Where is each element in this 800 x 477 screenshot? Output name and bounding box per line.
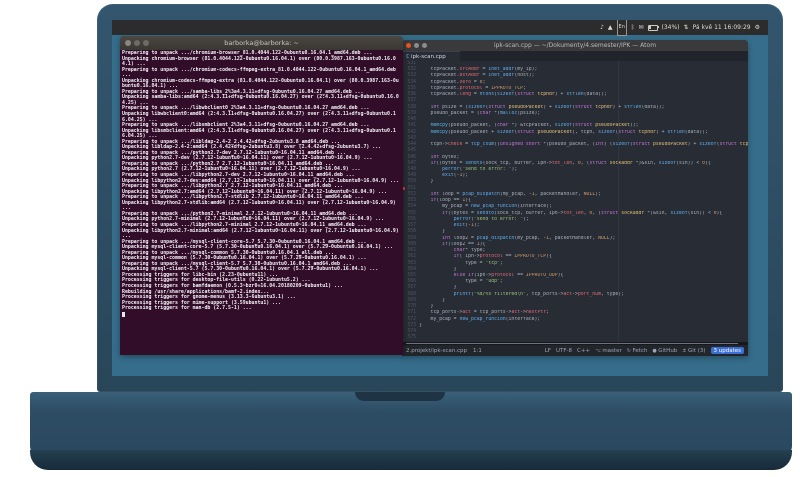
code-line: 544 tcph->check = tcp_csum((unsigned sho… — [402, 142, 748, 148]
code-editor[interactable]: 531 532 tcpPacket.srcAddr = inet_addr(my_… — [402, 61, 748, 342]
fetch-icon: ↻ — [626, 347, 631, 354]
status-item-label: UTF-8 — [555, 347, 572, 354]
laptop-mockup: ♪ ▲ En ᛒ ✉ (34%) ⇅ Pá kvě 11 16:09:29 ⚙ … — [0, 0, 800, 477]
terminal-title: barborka@barborka: ~ — [224, 39, 299, 47]
status-cursor-position[interactable]: 1:1 — [473, 348, 482, 354]
code-text: my_pcap = new_pcap_funcion(interface); — [419, 316, 541, 322]
minimize-button[interactable] — [134, 40, 140, 46]
code-text: } — [419, 179, 434, 185]
status-fetch[interactable]: ↻ Fetch — [627, 348, 648, 354]
status-git-3-[interactable]: ± Git (3) — [682, 348, 705, 354]
atom-window: ipk-scan.cpp — ~/Dokumenty/4.semester/IP… — [402, 40, 748, 356]
volume-icon[interactable]: ♪ — [600, 20, 604, 35]
maximize-button[interactable] — [143, 40, 149, 46]
menubar: ♪ ▲ En ᛒ ✉ (34%) ⇅ Pá kvě 11 16:09:29 ⚙ — [112, 20, 768, 36]
github-icon: ● — [652, 347, 657, 354]
branch-icon: ⌥ — [595, 347, 601, 354]
desktop: ♪ ▲ En ᛒ ✉ (34%) ⇅ Pá kvě 11 16:09:29 ⚙ … — [112, 20, 768, 376]
laptop-lid-notch — [355, 392, 445, 401]
status-master[interactable]: ⌥ master — [595, 348, 622, 354]
status-lf[interactable]: LF — [545, 348, 551, 354]
wrap-guide — [618, 61, 619, 342]
bluetooth-icon[interactable]: ᛒ — [631, 20, 635, 35]
terminal-cursor — [122, 311, 125, 317]
close-button[interactable] — [125, 40, 131, 46]
code-text: tcpPacket.leng = htons(sizeof(struct tcp… — [419, 92, 607, 98]
code-text: pseudo_packet = (char *)malloc(psize); — [419, 110, 541, 116]
keyboard-layout-indicator[interactable]: En — [616, 20, 627, 36]
code-line: 575 — [402, 335, 748, 341]
status-item-label: 3 updates — [713, 347, 742, 354]
status-utf-8[interactable]: UTF-8 — [556, 348, 572, 354]
close-button[interactable] — [406, 43, 411, 48]
status-3-updates[interactable]: 3 updates — [710, 347, 744, 354]
code-line: 542 memcpy(pseudo_packet + sizeof(struct… — [402, 130, 748, 136]
maximize-button[interactable] — [422, 43, 427, 48]
status-file-path[interactable]: 2.projekt/ipk-scan.cpp — [406, 348, 467, 354]
status-item-label: Fetch — [632, 347, 648, 354]
status-item-label: GitHub — [658, 347, 678, 354]
clock[interactable]: Pá kvě 11 16:09:29 — [693, 20, 751, 35]
code-text: tcph->check = tcp_csum((unsigned short *… — [419, 142, 748, 148]
code-text: } — [419, 322, 422, 328]
laptop-base — [30, 392, 792, 456]
code-lines: 531 532 tcpPacket.srcAddr = inet_addr(my_… — [402, 61, 748, 342]
terminal-body[interactable]: Preparing to unpack .../chromium-browser… — [120, 50, 403, 355]
cpp-file-icon: C — [406, 53, 410, 60]
code-text: memcpy(pseudo_packet + sizeof(struct pse… — [430, 129, 708, 135]
code-text: printf("%d/%s filtered\n", tcp_ports->ac… — [453, 291, 625, 297]
session-gear-icon[interactable]: ⚙ — [755, 20, 760, 35]
status-right: LF UTF-8 C++ ⌥ master ↻ Fetch ● GitHub ± Git (3) 3 … — [545, 347, 744, 354]
atom-statusbar: 2.projekt/ipk-scan.cpp 1:1 LF UTF-8 C++ ⌥ ma… — [402, 345, 748, 356]
status-item-label: master — [602, 347, 622, 354]
git-icon: ± — [682, 347, 687, 354]
horizontal-scrollbar[interactable] — [402, 342, 748, 345]
network-icon[interactable]: ▲ — [608, 20, 613, 35]
line-number: 575 — [407, 335, 416, 341]
status-github[interactable]: ● GitHub — [652, 348, 677, 354]
terminal-window: barborka@barborka: ~ Preparing to unpack… — [120, 36, 403, 355]
atom-tabbar: C ipk-scan.cpp — [402, 51, 748, 61]
status-item-label: Git (3) — [688, 347, 706, 354]
status-item-label: C++ — [577, 347, 591, 354]
battery-icon[interactable] — [647, 24, 659, 31]
atom-titlebar[interactable]: ipk-scan.cpp — ~/Dokumenty/4.semester/IP… — [402, 40, 748, 51]
minimize-button[interactable] — [414, 43, 419, 48]
terminal-titlebar[interactable]: barborka@barborka: ~ — [120, 36, 403, 50]
laptop-base-front-edge — [30, 450, 792, 470]
battery-percent: (34%) — [661, 24, 680, 31]
tab-label: ipk-scan.cpp — [411, 53, 446, 60]
tab-ipk-scan[interactable]: C ipk-scan.cpp — [402, 51, 460, 61]
atom-window-title: ipk-scan.cpp — ~/Dokumenty/4.semester/IP… — [493, 42, 657, 49]
status-item-label: LF — [544, 347, 551, 354]
mail-icon[interactable]: ✉ — [638, 20, 643, 35]
terminal-output: Preparing to unpack .../chromium-browser… — [122, 50, 401, 318]
sync-arrows-icon[interactable]: ⇅ — [684, 20, 689, 35]
status-c-[interactable]: C++ — [577, 348, 590, 354]
